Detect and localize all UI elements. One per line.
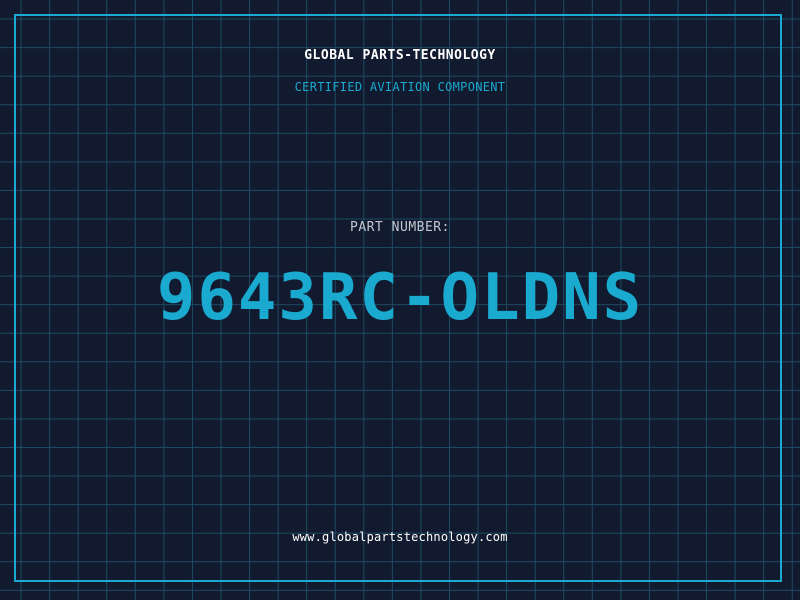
part-number-label: PART NUMBER: (350, 220, 450, 235)
website-url: www.globalpartstechnology.com (292, 530, 508, 544)
label-canvas: GLOBAL PARTS-TECHNOLOGY CERTIFIED AVIATI… (0, 0, 800, 600)
part-number-value: 9643RC-OLDNS (156, 261, 644, 335)
certification-subtitle: CERTIFIED AVIATION COMPONENT (294, 80, 506, 94)
company-name: GLOBAL PARTS-TECHNOLOGY (304, 48, 496, 63)
